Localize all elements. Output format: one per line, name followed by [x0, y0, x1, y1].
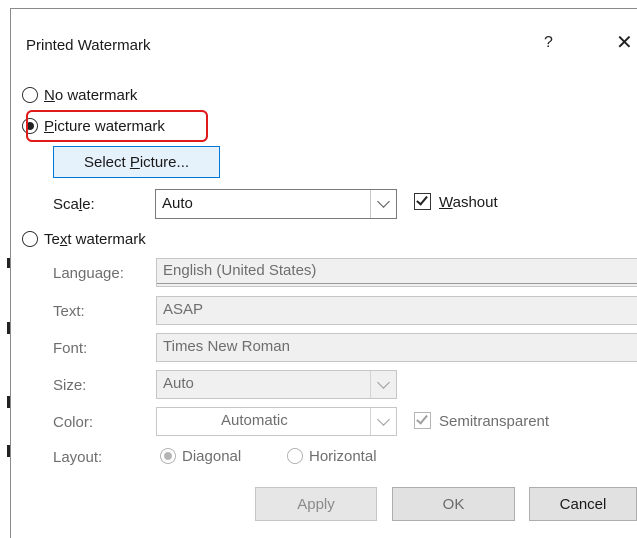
text-watermark-radio[interactable]: [22, 231, 38, 247]
text-combobox[interactable]: ASAP: [156, 296, 637, 325]
chevron-down-icon[interactable]: [370, 371, 396, 398]
dialog-title: Printed Watermark: [26, 37, 151, 54]
language-underline: [157, 283, 637, 284]
layout-diagonal-label[interactable]: Diagonal: [182, 448, 241, 465]
size-combobox[interactable]: Auto: [156, 370, 397, 399]
select-picture-button[interactable]: Select Picture...: [53, 146, 220, 178]
language-combobox[interactable]: English (United States): [156, 258, 637, 287]
font-value: Times New Roman: [163, 338, 290, 355]
red-highlight-box: [26, 110, 208, 142]
semitransparent-label[interactable]: Semitransparent: [439, 413, 549, 430]
color-value: Automatic: [221, 412, 288, 429]
text-value: ASAP: [163, 301, 204, 318]
chevron-down-icon[interactable]: [370, 190, 396, 218]
color-label: Color:: [53, 414, 94, 431]
scale-label: Scale:: [53, 196, 95, 213]
apply-button[interactable]: Apply: [255, 487, 377, 521]
layout-horizontal-radio[interactable]: [287, 448, 303, 464]
washout-checkbox[interactable]: [414, 193, 431, 210]
size-label: Size:: [53, 377, 87, 394]
radio-selected-dot: [164, 452, 172, 460]
text-watermark-label[interactable]: Text watermark: [44, 231, 146, 248]
size-value: Auto: [163, 375, 194, 392]
layout-label: Layout:: [53, 449, 103, 466]
layout-horizontal-label[interactable]: Horizontal: [309, 448, 377, 465]
checkmark-icon: [416, 412, 428, 425]
checkmark-icon: [416, 193, 428, 206]
scale-combobox[interactable]: Auto: [155, 189, 397, 219]
cancel-button[interactable]: Cancel: [529, 487, 637, 521]
layout-diagonal-radio[interactable]: [160, 448, 176, 464]
language-value: English (United States): [163, 262, 317, 279]
language-label: Language:: [53, 265, 124, 282]
semitransparent-checkbox[interactable]: [414, 412, 431, 429]
washout-label[interactable]: Washout: [439, 194, 498, 211]
font-label: Font:: [53, 340, 88, 357]
color-combobox[interactable]: Automatic: [156, 407, 397, 436]
ok-button[interactable]: OK: [392, 487, 515, 521]
no-watermark-radio[interactable]: [22, 87, 38, 103]
close-icon[interactable]: ✕: [616, 33, 633, 53]
help-button[interactable]: ?: [544, 34, 553, 52]
font-combobox[interactable]: Times New Roman: [156, 333, 637, 362]
text-label: Text:: [53, 303, 85, 320]
chevron-down-icon[interactable]: [370, 408, 396, 435]
scale-value: Auto: [162, 195, 193, 212]
no-watermark-label[interactable]: No watermark: [44, 87, 137, 104]
